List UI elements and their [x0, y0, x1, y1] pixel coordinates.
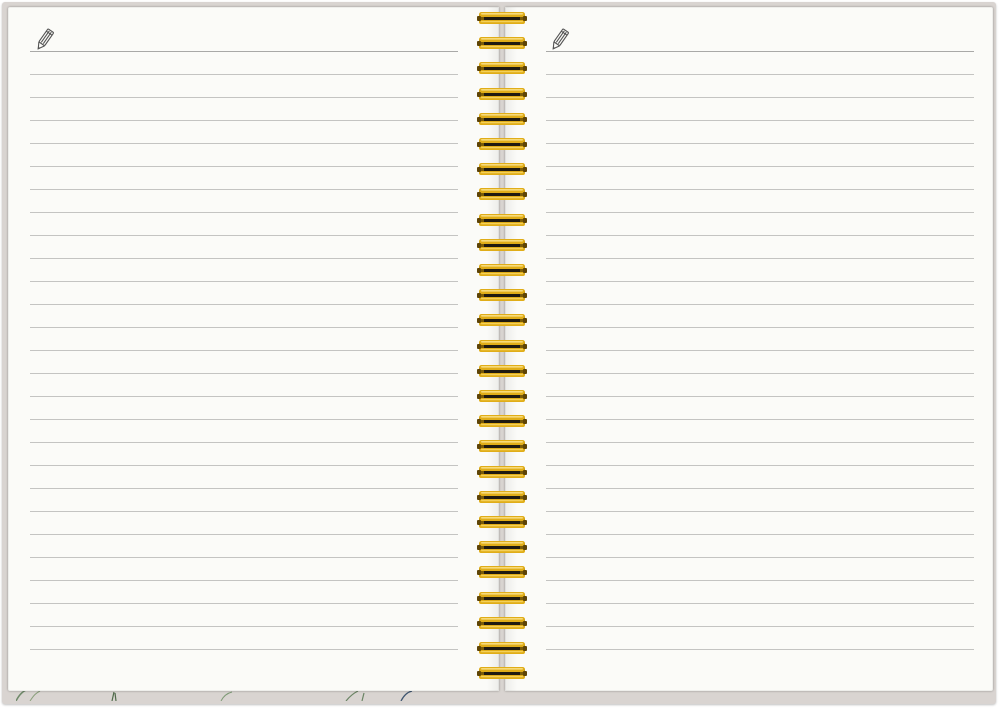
spiral-coil	[477, 339, 527, 352]
ruled-line	[546, 235, 974, 236]
spiral-coil	[477, 264, 527, 276]
ruled-line	[30, 373, 458, 374]
spiral-coil	[477, 541, 527, 554]
ruled-line	[30, 189, 458, 190]
ruled-line	[30, 51, 458, 52]
ruled-line	[546, 143, 974, 144]
ruled-line	[30, 258, 458, 259]
ruled-line	[546, 557, 974, 558]
ruled-line	[30, 396, 458, 397]
spiral-coil	[477, 415, 527, 428]
ruled-line	[30, 465, 458, 466]
ruled-line	[30, 120, 458, 121]
ruled-line	[546, 74, 974, 75]
ruled-line	[30, 603, 458, 604]
spiral-coil	[477, 616, 527, 629]
spiral-coil	[477, 516, 527, 528]
ruled-lines	[546, 51, 974, 661]
spiral-coil	[477, 37, 527, 50]
right-page	[505, 7, 993, 691]
ruled-line	[546, 212, 974, 213]
ruled-line	[546, 327, 974, 328]
spiral-coil	[477, 390, 527, 402]
ruled-line	[546, 258, 974, 259]
ruled-line	[30, 74, 458, 75]
ruled-line	[546, 189, 974, 190]
spiral-coil	[477, 238, 527, 251]
ruled-line	[546, 603, 974, 604]
ruled-line	[546, 488, 974, 489]
spiral-coil	[477, 163, 527, 176]
spiral-coil	[477, 566, 527, 579]
ruled-line	[30, 304, 458, 305]
spiral-coil	[477, 62, 527, 75]
ruled-line	[546, 281, 974, 282]
spiral-coil	[477, 12, 527, 24]
ruled-line	[546, 511, 974, 512]
spiral-coil	[477, 465, 527, 478]
ruled-line	[546, 350, 974, 351]
spiral-coil	[477, 87, 527, 100]
spiral-coil	[477, 188, 527, 201]
ruled-line	[30, 580, 458, 581]
ruled-line	[30, 281, 458, 282]
ruled-line	[30, 327, 458, 328]
spiral-coil	[477, 591, 527, 604]
ruled-line	[30, 97, 458, 98]
ruled-line	[30, 350, 458, 351]
ruled-line	[546, 626, 974, 627]
open-spiral-notebook	[0, 0, 999, 708]
ruled-line	[546, 649, 974, 650]
ruled-line	[30, 488, 458, 489]
spiral-coil	[477, 364, 527, 377]
spiral-coil	[477, 138, 527, 150]
ruled-line	[30, 511, 458, 512]
ruled-line	[30, 557, 458, 558]
ruled-line	[546, 120, 974, 121]
spiral-coil	[477, 490, 527, 503]
spiral-coil	[477, 213, 527, 226]
ruled-line	[30, 534, 458, 535]
spiral-binding	[475, 10, 529, 680]
ruled-line	[546, 373, 974, 374]
ruled-line	[546, 97, 974, 98]
left-page	[8, 7, 499, 691]
ruled-line	[546, 396, 974, 397]
ruled-line	[30, 442, 458, 443]
ruled-line	[30, 166, 458, 167]
ruled-line	[546, 465, 974, 466]
pencil-icon	[37, 28, 54, 50]
ruled-line	[30, 143, 458, 144]
ruled-line	[30, 212, 458, 213]
spiral-coil	[477, 667, 527, 680]
ruled-line	[30, 649, 458, 650]
spiral-coil	[477, 314, 527, 327]
spiral-coil	[477, 289, 527, 302]
spiral-coil	[477, 642, 527, 654]
ruled-line	[30, 235, 458, 236]
ruled-line	[546, 534, 974, 535]
pencil-icon	[552, 28, 569, 50]
ruled-line	[30, 626, 458, 627]
ruled-line	[546, 166, 974, 167]
spiral-coil	[477, 112, 527, 125]
ruled-line	[546, 419, 974, 420]
ruled-line	[30, 419, 458, 420]
ruled-line	[546, 51, 974, 52]
ruled-lines	[30, 51, 458, 661]
ruled-line	[546, 442, 974, 443]
ruled-line	[546, 580, 974, 581]
spiral-coil	[477, 440, 527, 453]
ruled-line	[546, 304, 974, 305]
